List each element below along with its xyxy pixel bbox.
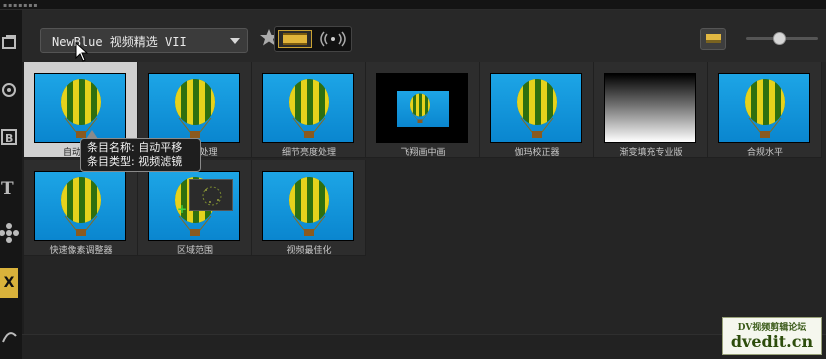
filter-thumbnail: [490, 73, 582, 143]
filter-tile[interactable]: 渐变填充专业版: [594, 62, 708, 158]
film-strip-icon[interactable]: [278, 30, 312, 48]
tooltip-item-name: 条目名称: 自动平移: [87, 141, 183, 154]
zoom-slider-thumb[interactable]: [773, 32, 786, 45]
svg-text:B: B: [5, 132, 13, 145]
filter-tile[interactable]: 飞翔画中画: [366, 62, 480, 158]
filter-thumbnail: [148, 73, 240, 143]
audio-wave-icon[interactable]: [316, 30, 350, 48]
title-icon[interactable]: T: [0, 174, 22, 200]
filter-thumbnail: [262, 171, 354, 241]
filter-icon[interactable]: X: [0, 268, 18, 298]
filter-name: 渐变填充专业版: [619, 148, 683, 158]
filter-name: 快速像素调整器: [49, 246, 113, 256]
transition-icon[interactable]: B: [0, 124, 22, 150]
filter-tile[interactable]: 快速像素调整器: [24, 160, 138, 256]
media-library-icon[interactable]: [0, 30, 22, 56]
title-strip: ▪▪▪▪▪▪▪: [0, 0, 826, 10]
bottom-bar: [22, 334, 826, 359]
library-dropdown-value: NewBlue 视频精选 VII: [52, 35, 187, 49]
thumbnail-zoom-slider[interactable]: [746, 32, 818, 45]
filter-thumbnail: [604, 73, 696, 143]
tooltip-item-type: 条目类型: 视频滤镜: [87, 155, 183, 168]
filter-thumbnail: +: [148, 171, 240, 241]
svg-text:T: T: [1, 179, 14, 199]
filter-name: 区域范围: [176, 246, 213, 256]
filter-thumbnail: [34, 73, 126, 143]
filter-type-toggle: [274, 26, 352, 52]
library-toolbar: NewBlue 视频精选 VII: [22, 10, 826, 62]
mouse-cursor-icon: [75, 41, 89, 66]
layout-icon[interactable]: [700, 28, 726, 50]
chevron-down-icon: [230, 38, 240, 44]
filter-name: 细节亮度处理: [281, 148, 336, 158]
graphics-icon[interactable]: [0, 220, 22, 246]
filter-thumbnail: [376, 73, 468, 143]
filter-thumbnail: [718, 73, 810, 143]
drag-grip-icon[interactable]: ▪▪▪▪▪▪▪: [3, 3, 38, 9]
filter-tile[interactable]: 合规水平: [708, 62, 822, 158]
filter-tile[interactable]: 细节亮度处理: [252, 62, 366, 158]
site-watermark: DV视频剪辑论坛 dvedit.cn: [722, 317, 822, 355]
filter-name: 视频最佳化: [286, 246, 332, 256]
filter-thumbnail: [262, 73, 354, 143]
filter-name: 飞翔画中画: [400, 148, 446, 158]
filter-tile[interactable]: 伽玛校正器: [480, 62, 594, 158]
path-icon[interactable]: [0, 322, 22, 348]
item-tooltip: 条目名称: 自动平移 条目类型: 视频滤镜: [80, 130, 201, 172]
filter-grid: 自动平移自动化处理细节亮度处理飞翔画中画伽玛校正器渐变填充专业版合规水平快速像素…: [24, 62, 826, 334]
filter-name: 伽玛校正器: [514, 148, 560, 158]
watermark-line2: dvedit.cn: [730, 332, 814, 351]
filter-tile[interactable]: + 区域范围: [138, 160, 252, 256]
filter-tile[interactable]: 视频最佳化: [252, 160, 366, 256]
left-sidebar: B T X: [0, 10, 22, 359]
filter-name: 合规水平: [746, 148, 783, 158]
library-dropdown[interactable]: NewBlue 视频精选 VII: [40, 28, 248, 53]
filter-thumbnail: [34, 171, 126, 241]
instant-project-icon[interactable]: [0, 76, 22, 102]
